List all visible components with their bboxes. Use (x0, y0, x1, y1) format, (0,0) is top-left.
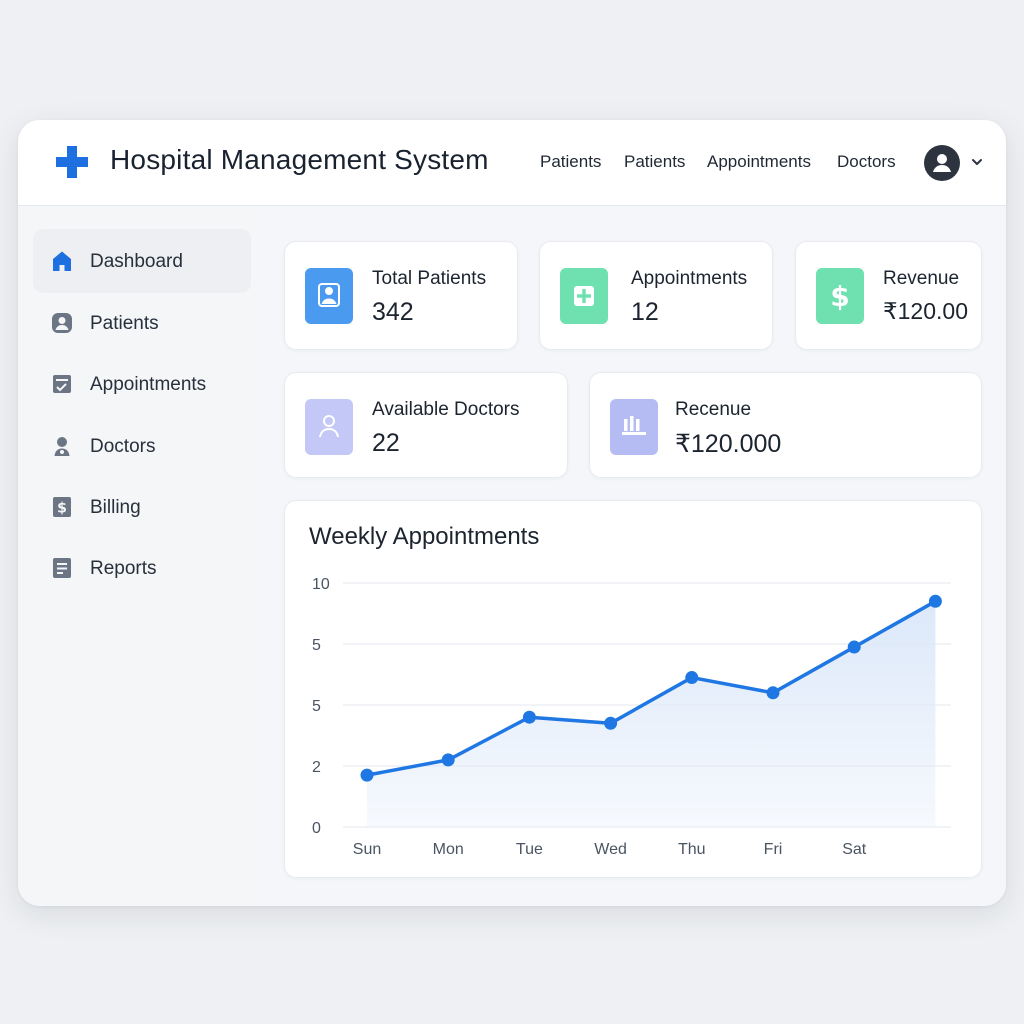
data-point[interactable] (928, 594, 942, 608)
sidebar-item-label: Reports (90, 558, 157, 579)
x-tick-label: Sat (842, 841, 867, 858)
nav-link-doctors[interactable]: Doctors (837, 152, 896, 172)
stat-card-revenue: $ Revenue ₹120.00 (795, 241, 982, 350)
app-window: Hospital Management System Patients Pati… (18, 120, 1006, 906)
user-avatar[interactable] (924, 145, 960, 181)
doctor-icon (305, 399, 353, 455)
dollar-icon: $ (53, 497, 71, 517)
series-area (367, 601, 936, 827)
user-icon (933, 154, 951, 172)
svg-text:$: $ (57, 501, 67, 517)
calendar-icon (53, 375, 71, 393)
y-tick-label: 0 (312, 820, 321, 837)
data-point[interactable] (685, 671, 699, 685)
user-icon (305, 268, 353, 324)
x-tick-label: Wed (594, 841, 627, 858)
y-tick-label: 10 (312, 576, 330, 593)
y-tick-label: 5 (312, 698, 321, 715)
home-icon (53, 251, 71, 271)
x-tick-label: Sun (353, 841, 381, 858)
x-tick-label: Mon (433, 841, 464, 858)
sidebar-item-dashboard[interactable]: Dashboard (33, 229, 251, 293)
app-title: Hospital Management System (110, 144, 489, 175)
sidebar-item-reports[interactable]: Reports (33, 536, 251, 600)
sidebar-item-label: Dashboard (90, 251, 183, 272)
nav-link-patients[interactable]: Patients (540, 152, 601, 172)
data-point[interactable] (847, 640, 861, 654)
nav-link-appointments[interactable]: Appointments (707, 152, 811, 172)
stat-label: Appointments (631, 268, 748, 289)
data-point[interactable] (522, 710, 536, 724)
sidebar-item-billing[interactable]: $ Billing (33, 475, 251, 539)
stat-card-appointments: Appointments 12 (539, 241, 773, 350)
sidebar: Dashboard Patients Appointments Doctors … (18, 206, 256, 906)
x-tick-label: Tue (516, 841, 543, 858)
stat-value: 342 (372, 298, 414, 326)
sidebar-item-label: Billing (90, 497, 141, 518)
y-tick-label: 2 (312, 759, 321, 776)
stat-value: 22 (372, 429, 400, 457)
chevron-down-icon[interactable] (971, 157, 983, 167)
data-point[interactable] (441, 753, 455, 767)
y-tick-label: 5 (312, 637, 321, 654)
stat-card-total-patients: Total Patients 342 (284, 241, 518, 350)
stat-value: 12 (631, 298, 659, 326)
plus-icon (560, 268, 608, 324)
top-header: Hospital Management System Patients Pati… (18, 120, 1006, 206)
chart-bars-icon (610, 399, 658, 455)
stat-card-recenue: Recenue ₹120.000 (589, 372, 982, 478)
sidebar-item-label: Patients (90, 313, 159, 334)
stat-label: Revenue (883, 268, 960, 289)
sidebar-item-appointments[interactable]: Appointments (33, 352, 251, 416)
weekly-appointments-chart: 0 2 5 5 10 Sun Mon Tue Wed Thu Fri Sat (312, 576, 951, 858)
stat-card-available-doctors: Available Doctors 22 (284, 372, 568, 478)
x-tick-label: Thu (678, 841, 706, 858)
sidebar-item-doctors[interactable]: Doctors (33, 414, 251, 478)
data-point[interactable] (604, 716, 618, 730)
stat-value: ₹120.00 (883, 298, 968, 324)
data-point[interactable] (766, 686, 780, 700)
doctor-icon (54, 437, 70, 456)
user-icon (52, 313, 72, 333)
stat-label: Available Doctors (372, 399, 520, 420)
stat-label: Recenue (675, 399, 752, 420)
svg-text:$: $ (830, 280, 849, 313)
sidebar-item-label: Doctors (90, 436, 156, 457)
sidebar-item-label: Appointments (90, 374, 207, 395)
x-tick-label: Fri (764, 841, 783, 858)
stat-value: ₹120.000 (675, 430, 782, 458)
medical-cross-icon (56, 146, 88, 178)
stat-label: Total Patients (372, 268, 487, 289)
dollar-icon: $ (816, 268, 864, 324)
weekly-appointments-chart-card: Weekly Appointments 0 2 5 5 10 Sun Mon Tue Wed Th… (284, 500, 982, 878)
nav-link-patients-2[interactable]: Patients (624, 152, 685, 172)
main-content: Total Patients 342 Appointments 12 $ Rev… (256, 206, 1006, 906)
data-point[interactable] (360, 768, 374, 782)
sidebar-item-patients[interactable]: Patients (33, 291, 251, 355)
report-icon (53, 558, 71, 578)
